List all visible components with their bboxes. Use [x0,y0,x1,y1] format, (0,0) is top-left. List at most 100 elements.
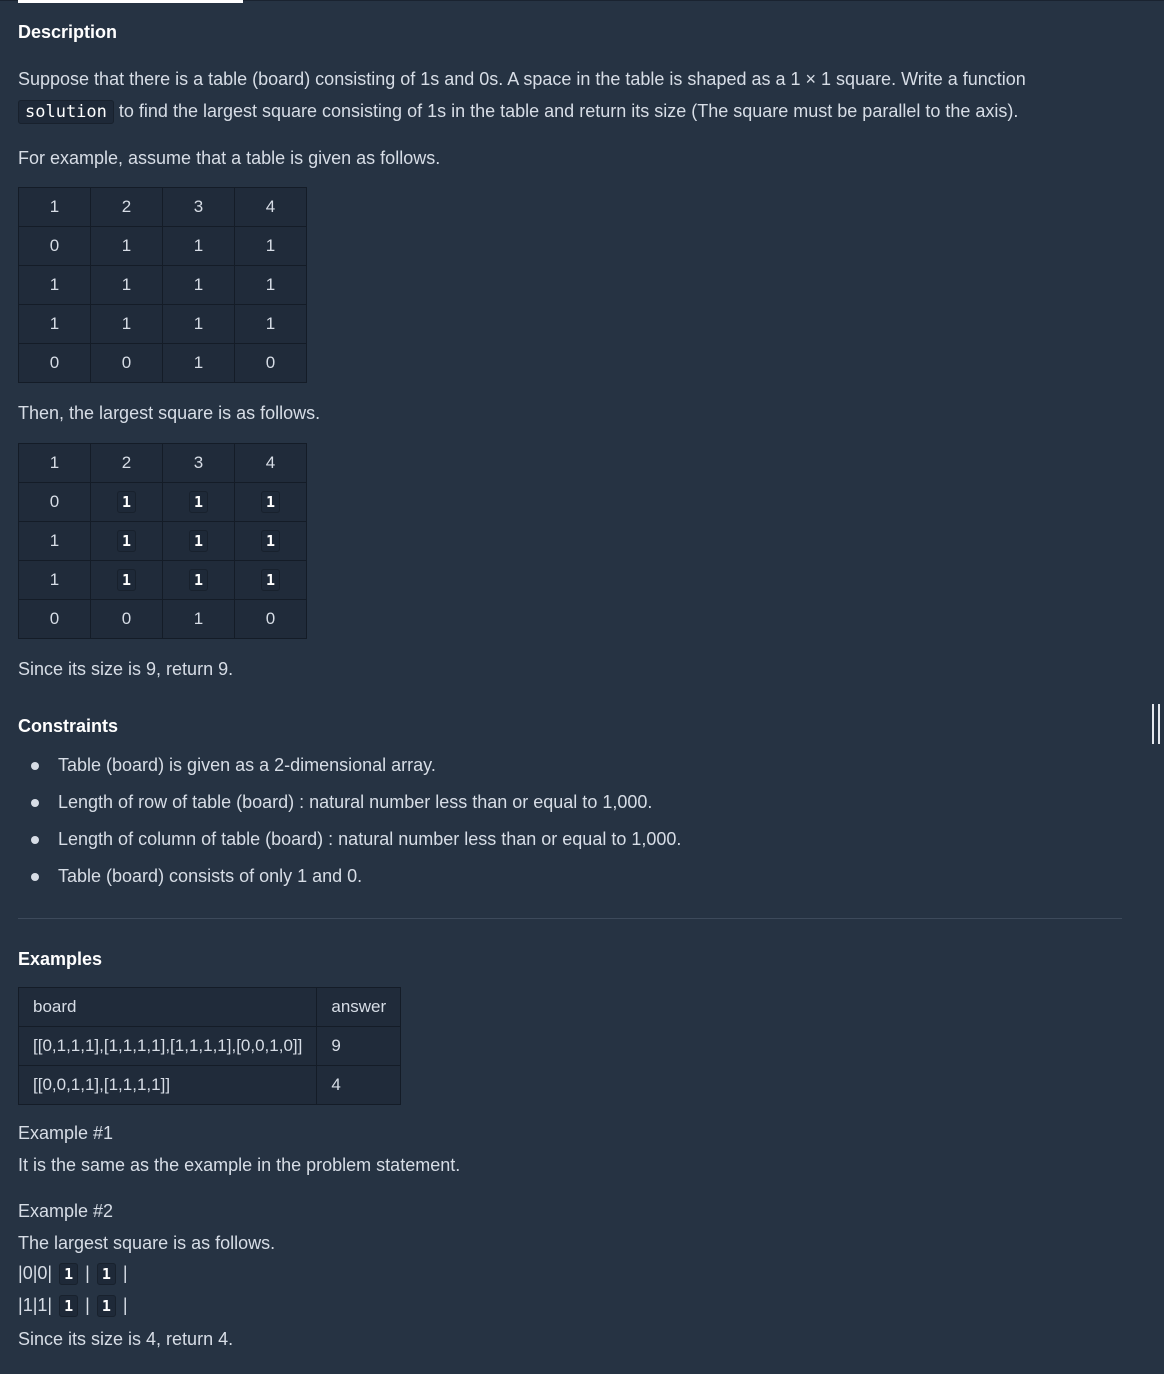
table-cell: 1 [90,560,163,600]
highlighted-cell-value: 1 [116,569,137,591]
description-paragraph-4: Since its size is 9, return 9. [18,659,234,679]
table-cell: 0 [18,599,91,639]
description-paragraph-2: For example, assume that a table is give… [18,148,441,168]
table-cell: 4 [234,187,307,227]
example-1-title: Example #1 [18,1123,114,1143]
table-cell: 1 [90,521,163,561]
highlighted-cell-value: 1 [260,491,281,513]
constraints-heading: Constraints [18,716,119,736]
table-cell: 1 [162,343,235,383]
cell-value: 1 [37,1295,48,1315]
example-2-result: Since its size is 4, return 4. [18,1329,234,1349]
example-1-text: It is the same as the example in the pro… [18,1155,461,1175]
table-row: 1234 [18,187,307,227]
highlighted-cell-value: 1 [188,569,209,591]
table-cell: 0 [234,343,307,383]
constraint-item: Table (board) is given as a 2-dimensiona… [18,754,1118,791]
description-paragraph-1b: solution to find the largest square cons… [18,95,1018,128]
highlighted-cell-value: 1 [188,491,209,513]
highlighted-cell-value: 1 [96,1263,116,1285]
constraint-item: Length of column of table (board) : natu… [18,828,1118,865]
board-value: [[0,0,1,1],[1,1,1,1]] [17,1065,318,1105]
highlighted-cell-value: 1 [59,1263,79,1285]
table-cell: 1 [90,226,163,266]
active-tab-indicator [18,0,243,3]
constraint-text: Length of column of table (board) : natu… [58,829,682,849]
table-cell: 1 [234,226,307,266]
table-cell: 1 [234,560,307,600]
constraint-item: Length of row of table (board) : natural… [18,791,1118,828]
answer-value: 4 [316,1065,402,1105]
example-2-row-1: |0|0| 1 | 1 | [18,1263,128,1285]
table-row: 1234 [18,443,307,483]
table-cell: 0 [18,343,91,383]
highlighted-cell-value: 1 [116,530,137,552]
table-cell: 0 [234,599,307,639]
bullet-icon [31,799,39,807]
cell-value: 1 [22,1295,33,1315]
table-row: 0 1 1 1 [18,482,307,522]
table-cell: 1 [162,265,235,305]
table-cell: 1 [162,482,235,522]
example-2-text: The largest square is as follows. [18,1233,276,1253]
table-cell: 2 [90,187,163,227]
answer-value: 9 [316,1026,402,1066]
description-paragraph-1a: Suppose that there is a table (board) co… [18,69,1026,89]
highlighted-cell-value: 1 [260,569,281,591]
table-cell: 4 [234,443,307,483]
table-row: 1111 [18,521,307,561]
highlighted-cell-value: 1 [96,1295,116,1317]
table-cell: 1 [90,304,163,344]
example-table: 12340111111111110010 [18,187,307,383]
table-cell: 1 [234,304,307,344]
table-cell: 1 [162,560,235,600]
examples-table: board answer [[0,1,1,1],[1,1,1,1],[1,1,1,1… [17,987,402,1105]
highlighted-cell-value: 1 [116,491,137,513]
description-heading: Description [18,22,118,42]
example-2-title: Example #2 [18,1201,114,1221]
table-cell: 1 [162,521,235,561]
table-cell: 1 [18,304,91,344]
examples-heading: Examples [18,949,103,969]
table-cell: 1 [90,482,163,522]
table-cell: 1 [90,265,163,305]
board-value: [[0,1,1,1],[1,1,1,1],[1,1,1,1],[0,0,1,0]… [17,1026,318,1066]
table-cell: 1 [162,226,235,266]
table-cell: 1 [18,265,91,305]
table-row: 1111 [18,304,307,344]
bullet-icon [31,836,39,844]
table-cell: 2 [90,443,163,483]
table-row: 0010 [18,599,307,639]
table-cell: 1 [234,482,307,522]
table-cell: 0 [90,599,163,639]
table-cell: 3 [162,187,235,227]
constraints-list: Table (board) is given as a 2-dimensiona… [18,754,1118,902]
examples-row: [[0,1,1,1],[1,1,1,1],[1,1,1,1],[0,0,1,0]… [17,1026,402,1066]
table-row: 0111 [18,226,307,266]
bullet-icon [31,873,39,881]
table-cell: 1 [162,304,235,344]
bullet-icon [31,762,39,770]
table-cell: 1 [18,187,91,227]
table-row: 1 1 1 1 [18,560,307,600]
table-cell: 1 [18,560,91,600]
constraint-item: Table (board) consists of only 1 and 0. [18,865,1118,902]
table-cell: 3 [162,443,235,483]
description-paragraph-1-rest: to find the largest square consisting of… [118,101,1019,121]
highlighted-cell-value: 1 [260,530,281,552]
table-row: 1111 [18,265,307,305]
scrollbar-handle[interactable] [1150,704,1162,744]
table-cell: 0 [90,343,163,383]
largest-square-table: 12340111111111110010 [18,443,307,639]
table-cell: 1 [18,443,91,483]
examples-header-row: board answer [17,987,402,1027]
highlighted-cell-value: 1 [188,530,209,552]
column-header: board [17,987,318,1027]
constraint-text: Table (board) consists of only 1 and 0. [58,866,363,886]
table-cell: 0 [18,482,91,522]
table-cell: 1 [234,521,307,561]
example-2-row-2: |1|1| 1 | 1 | [18,1295,128,1317]
column-header: answer [316,987,402,1027]
description-paragraph-3: Then, the largest square is as follows. [18,403,321,423]
table-row: 0010 [18,343,307,383]
